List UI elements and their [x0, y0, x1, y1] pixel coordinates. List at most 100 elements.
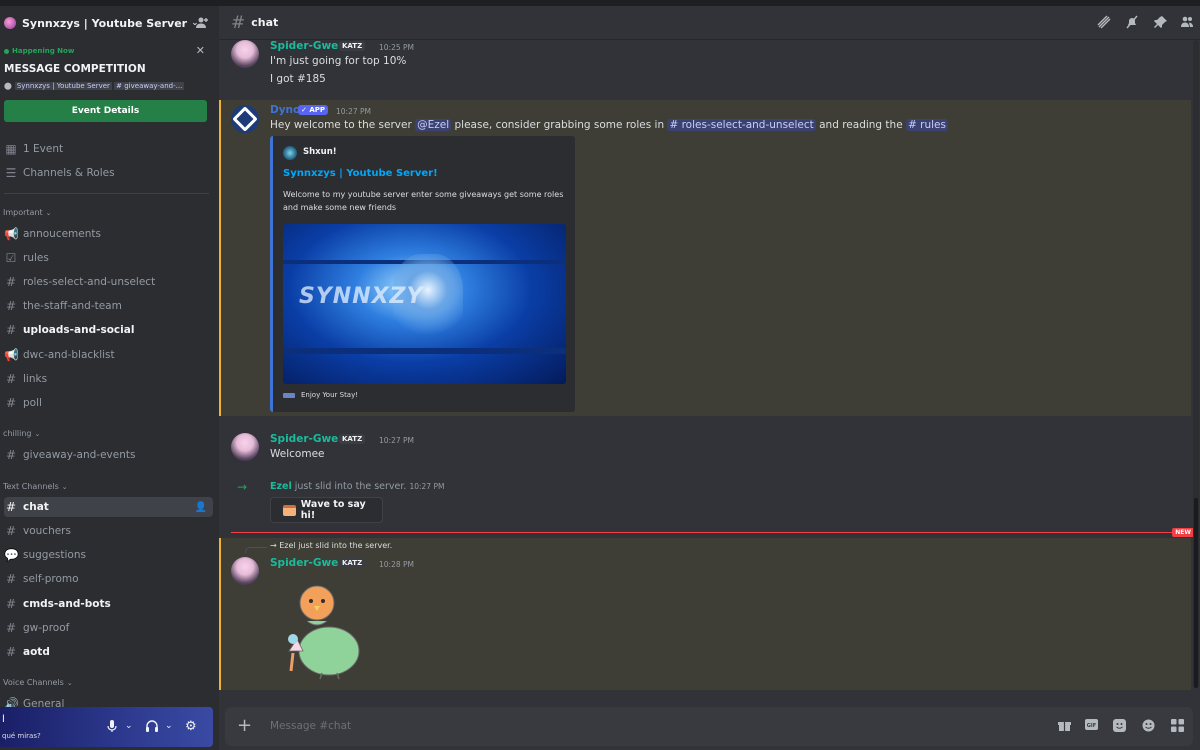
- emoji-icon[interactable]: [1142, 719, 1155, 735]
- headphones-icon[interactable]: [145, 719, 159, 737]
- add-member-icon[interactable]: 👤: [195, 502, 207, 513]
- bird-sticker[interactable]: [277, 581, 367, 681]
- threads-icon[interactable]: [1097, 15, 1111, 33]
- apps-icon[interactable]: [1171, 719, 1184, 735]
- clan-tag-badge[interactable]: KATZ: [339, 434, 366, 444]
- join-arrow-icon: →: [237, 480, 248, 494]
- channel-label: gw-proof: [23, 622, 70, 634]
- user-panel[interactable]: l qué miras? ⌄ ⌄ ⚙: [0, 707, 213, 747]
- message-list[interactable]: Spider-Gwen KATZ 10:25 PM I'm just going…: [219, 40, 1200, 690]
- channel-uploads-and-social[interactable]: # uploads-and-social: [4, 320, 213, 340]
- hash-icon: #: [5, 645, 17, 659]
- channel-annoucements[interactable]: 📢 annoucements: [4, 224, 213, 244]
- member-list-icon[interactable]: [1180, 15, 1194, 33]
- channel-label: dwc-and-blacklist: [23, 349, 115, 361]
- message-text: I'm just going for top 10%: [270, 55, 407, 67]
- megaphone-icon: 📢: [4, 227, 19, 241]
- channel-suggestions[interactable]: 💬 suggestions: [4, 545, 213, 565]
- clan-tag-badge[interactable]: KATZ: [339, 41, 366, 51]
- wave-to-say-hi-button[interactable]: Wave to say hi!: [270, 497, 383, 523]
- category-text-channels[interactable]: Text Channels ⌄: [3, 482, 68, 491]
- channel-the-staff-and-team[interactable]: # the-staff-and-team: [4, 296, 213, 316]
- channel-dwc-and-blacklist[interactable]: 📢 dwc-and-blacklist: [4, 345, 213, 365]
- channel-vouchers[interactable]: # vouchers: [4, 521, 213, 541]
- channel-mention[interactable]: # roles-select-and-unselect: [667, 119, 816, 131]
- embed-footer: Enjoy Your Stay!: [283, 391, 358, 399]
- embed-author-avatar: [283, 146, 297, 160]
- message-input[interactable]: Message #chat: [270, 720, 351, 732]
- channel-aotd[interactable]: # aotd: [4, 642, 213, 662]
- hash-icon: #: [5, 500, 17, 514]
- app-badge-label: APP: [309, 106, 325, 114]
- gif-icon[interactable]: GIF: [1085, 719, 1098, 733]
- event-location-channel: # giveaway-and-...: [114, 82, 185, 90]
- window-top-strip: [0, 0, 1200, 6]
- channel-self-promo[interactable]: # self-promo: [4, 569, 213, 589]
- channel-roles-select-and-unselect[interactable]: # roles-select-and-unselect: [4, 272, 213, 292]
- embed-image[interactable]: SYNNXZY: [283, 224, 566, 384]
- hash-icon: #: [5, 597, 17, 611]
- list-icon: ☰: [5, 166, 17, 180]
- sidebar-item-events[interactable]: ▦ 1 Event: [4, 139, 213, 159]
- happening-now-label: Happening Now: [4, 47, 74, 55]
- channel-mention[interactable]: # rules: [906, 119, 948, 131]
- sticker-icon[interactable]: [1113, 719, 1126, 735]
- avatar[interactable]: [231, 105, 259, 133]
- message-author[interactable]: Dyno: [270, 104, 300, 116]
- user-mention[interactable]: @Ezel: [415, 119, 452, 131]
- reply-preview[interactable]: → Ezel just slid into the server.: [270, 541, 392, 550]
- avatar[interactable]: [231, 557, 259, 585]
- join-message: just slid into the server.: [291, 481, 407, 492]
- server-name: Synnxzys | Youtube Server: [22, 16, 188, 30]
- embed-footer-text: Enjoy Your Stay!: [301, 391, 359, 399]
- channel-label: annoucements: [23, 228, 101, 240]
- avatar[interactable]: [231, 433, 259, 461]
- clan-tag-badge[interactable]: KATZ: [339, 558, 366, 568]
- join-user[interactable]: Ezel: [270, 481, 292, 492]
- category-voice-channels[interactable]: Voice Channels ⌄: [3, 678, 73, 687]
- event-location[interactable]: ⬤ Synnxzys | Youtube Server # giveaway-an…: [4, 82, 209, 90]
- avatar[interactable]: [231, 40, 259, 68]
- close-icon[interactable]: ✕: [196, 44, 205, 57]
- pin-icon[interactable]: [1154, 15, 1168, 33]
- embed-title[interactable]: Synnxzys | Youtube Server!: [283, 168, 438, 179]
- message-author[interactable]: Spider-Gwen: [270, 557, 346, 569]
- event-details-button[interactable]: Event Details: [4, 100, 207, 122]
- microphone-icon[interactable]: [106, 719, 118, 737]
- channel-links[interactable]: # links: [4, 369, 213, 389]
- chevron-down-icon[interactable]: ⌄: [165, 721, 173, 731]
- timestamp: 10:25 PM: [379, 43, 414, 52]
- hash-icon: #: [5, 448, 17, 462]
- invite-people-icon[interactable]: [195, 16, 209, 30]
- hash-icon: #: [5, 275, 17, 289]
- message-composer[interactable]: + Message #chat GIF: [225, 707, 1193, 746]
- scrollbar-thumb[interactable]: [1194, 498, 1198, 688]
- category-label: Important: [3, 208, 43, 217]
- channel-giveaway-and-events[interactable]: # giveaway-and-events: [4, 445, 213, 465]
- channel-label: poll: [23, 397, 42, 409]
- notification-bell-muted-icon[interactable]: [1125, 15, 1139, 33]
- hash-icon: #: [231, 12, 246, 33]
- channel-rules[interactable]: ☑ rules: [4, 248, 213, 268]
- channel-poll[interactable]: # poll: [4, 393, 213, 413]
- chevron-down-icon[interactable]: ⌄: [125, 721, 133, 731]
- channel-chat[interactable]: # chat 👤: [4, 497, 213, 517]
- sidebar-item-channels-roles[interactable]: ☰ Channels & Roles: [4, 163, 213, 183]
- gift-icon[interactable]: [1058, 719, 1071, 735]
- embed-description: Welcome to my youtube server enter some …: [283, 190, 564, 212]
- gear-icon[interactable]: ⚙: [185, 719, 197, 734]
- message-author[interactable]: Spider-Gwen: [270, 433, 346, 445]
- embed-author: Shxun!: [303, 147, 337, 157]
- event-location-server: Synnxzys | Youtube Server: [14, 82, 112, 90]
- channel-label: cmds-and-bots: [23, 598, 111, 610]
- channel-cmds-and-bots[interactable]: # cmds-and-bots: [4, 594, 213, 614]
- channel-label: roles-select-and-unselect: [23, 276, 156, 288]
- category-important[interactable]: Important ⌄: [3, 208, 52, 217]
- plus-icon[interactable]: +: [237, 715, 252, 736]
- message-author[interactable]: Spider-Gwen: [270, 40, 346, 52]
- server-header[interactable]: Synnxzys | Youtube Server ⌄: [0, 6, 219, 40]
- category-chilling[interactable]: chilling ⌄: [3, 429, 40, 438]
- channel-gw-proof[interactable]: # gw-proof: [4, 618, 213, 638]
- app-badge: ✓ APP: [298, 105, 328, 115]
- timestamp: 10:27 PM: [379, 436, 414, 445]
